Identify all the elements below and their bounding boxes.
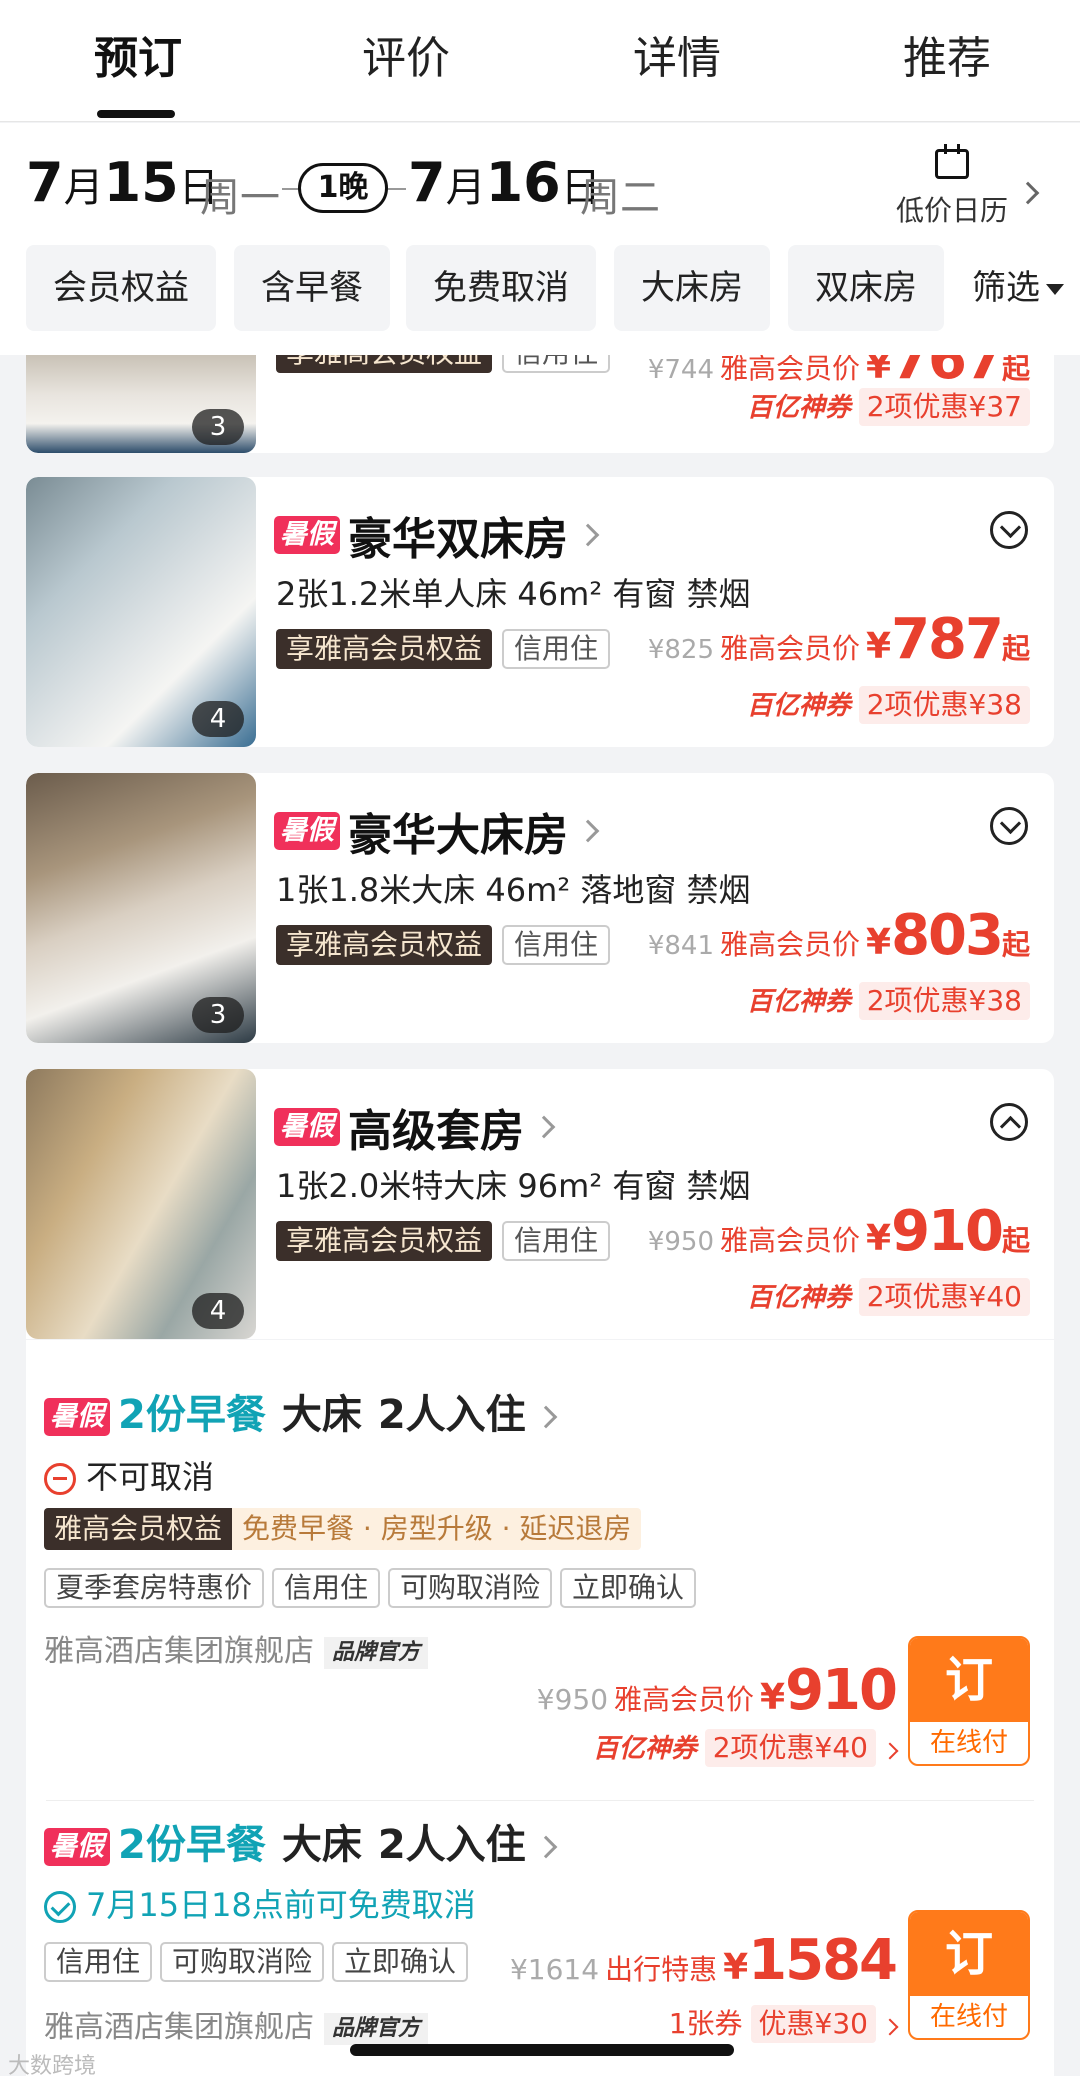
credit-stay-badge: 信用住: [502, 925, 611, 965]
room-photo[interactable]: 4: [26, 1069, 256, 1339]
checkout-weekday: 周二: [580, 175, 660, 221]
filter-chip-king-bed[interactable]: 大床房: [614, 245, 770, 331]
seller-row: 雅高酒店集团旗舰店 品牌官方: [44, 2002, 429, 2046]
member-benefit-badge: 享雅高会员权益: [276, 1221, 493, 1261]
rate-plan-list: 暑假 2份早餐 大床 2人入住 不可取消 雅高会员权益 免费早餐 · 房型升级 · 延迟…: [26, 1340, 1054, 2076]
chevron-right-icon: [532, 1115, 556, 1139]
room-photo[interactable]: 3: [26, 355, 256, 453]
plan-price: ¥1614 出行特惠 ¥1584: [509, 1928, 898, 1993]
tab-recommend[interactable]: 推荐: [903, 22, 991, 86]
checkout-date[interactable]: 7月16日: [408, 151, 601, 214]
plan-divider: [46, 1800, 1034, 1801]
cancel-policy: 不可取消: [44, 1452, 214, 1498]
book-button[interactable]: 订 在线付: [908, 1910, 1030, 2040]
active-tab-indicator: [97, 110, 175, 118]
tab-reviews[interactable]: 评价: [362, 22, 450, 86]
filter-button[interactable]: 筛选: [950, 243, 1080, 333]
member-benefit-strip: 雅高会员权益 免费早餐 · 房型升级 · 延迟退房: [44, 1508, 642, 1550]
chevron-right-icon: [1016, 181, 1040, 205]
plan-tags: 信用住 可购取消险 立即确认: [44, 1942, 476, 1982]
filter-chip-twin-bed[interactable]: 双床房: [788, 245, 944, 331]
room-title[interactable]: 暑假 高级套房: [274, 1095, 556, 1159]
filter-chip-free-cancel[interactable]: 免费取消: [406, 245, 596, 331]
watermark: 大数跨境: [8, 2054, 97, 2076]
plan-price: ¥950 雅高会员价 ¥910: [536, 1658, 898, 1723]
photo-count: 3: [192, 409, 244, 445]
date-selector[interactable]: 7月15日 周一 1晚 7月16日 周二 低价日历: [0, 123, 1080, 243]
room-card-partial[interactable]: 3 享雅高会员权益 信用住 ¥744雅高会员价¥767起 百亿神券2项优惠¥37: [26, 355, 1054, 453]
room-card[interactable]: 3 暑假 豪华大床房 1张1.8米大床 46m² 落地窗 禁烟 享雅高会员权益 信…: [26, 773, 1054, 1043]
expand-toggle-icon[interactable]: [990, 511, 1028, 549]
coupon-row[interactable]: 百亿神券 2项优惠¥38: [747, 981, 1030, 1020]
filter-label: 筛选: [972, 268, 1040, 308]
room-photo[interactable]: 4: [26, 477, 256, 747]
room-title[interactable]: 暑假 豪华双床房: [274, 503, 600, 567]
room-card-expanded[interactable]: 4 暑假 高级套房 1张2.0米特大床 96m² 有窗 禁烟 享雅高会员权益 信用…: [26, 1069, 1054, 1339]
plan-title[interactable]: 暑假 2份早餐 大床 2人入住: [44, 1812, 558, 1870]
member-benefit-badge: 享雅高会员权益: [276, 629, 493, 669]
coupon-row[interactable]: 百亿神券 2项优惠¥40: [747, 1277, 1030, 1316]
price-row: ¥825 雅高会员价 ¥787起: [647, 607, 1030, 672]
room-title[interactable]: 暑假 豪华大床房: [274, 799, 600, 863]
chevron-right-icon: [881, 1742, 899, 1760]
credit-stay-badge: 信用住: [502, 629, 611, 669]
low-price-calendar-link[interactable]: 低价日历: [896, 189, 1008, 229]
no-cancel-icon: [44, 1463, 76, 1495]
room-photo[interactable]: 3: [26, 773, 256, 1043]
tab-bar: 预订 评价 详情 推荐: [0, 0, 1080, 122]
summer-tag: 暑假: [44, 1828, 110, 1866]
plan-title[interactable]: 暑假 2份早餐 大床 2人入住: [44, 1382, 558, 1440]
tab-booking[interactable]: 预订: [94, 22, 182, 86]
room-card[interactable]: 4 暑假 豪华双床房 2张1.2米单人床 46m² 有窗 禁烟 享雅高会员权益 信…: [26, 477, 1054, 747]
credit-stay-badge: 信用住: [502, 355, 611, 373]
expand-toggle-icon[interactable]: [990, 807, 1028, 845]
triangle-down-icon: [1046, 284, 1064, 295]
filter-chip-member[interactable]: 会员权益: [26, 245, 216, 331]
cancel-policy: 7月15日18点前可免费取消: [44, 1880, 476, 1926]
plan-coupon[interactable]: 1张券 优惠¥30: [669, 2002, 899, 2043]
plan-coupon[interactable]: 百亿神券 2项优惠¥40: [593, 1728, 899, 1767]
chevron-right-icon: [576, 523, 600, 547]
checkin-weekday: 周一: [200, 175, 280, 221]
plan-tags: 夏季套房特惠价 信用住 可购取消险 立即确认: [44, 1568, 704, 1608]
photo-count: 4: [192, 701, 244, 737]
chevron-right-icon: [576, 819, 600, 843]
coupon-row[interactable]: 百亿神券 2项优惠¥38: [747, 685, 1030, 724]
summer-tag: 暑假: [274, 516, 340, 554]
photo-count: 3: [192, 997, 244, 1033]
price-row: ¥841 雅高会员价 ¥803起: [647, 903, 1030, 968]
calendar-icon[interactable]: [935, 144, 969, 179]
seller-row: 雅高酒店集团旗舰店 品牌官方: [44, 1626, 429, 1670]
nights-badge: 1晚: [298, 163, 388, 213]
check-circle-icon: [44, 1891, 76, 1923]
summer-tag: 暑假: [44, 1398, 110, 1436]
summer-tag: 暑假: [274, 812, 340, 850]
filter-chip-breakfast[interactable]: 含早餐: [234, 245, 390, 331]
price-row: ¥950 雅高会员价 ¥910起: [647, 1199, 1030, 1264]
chevron-right-icon: [534, 1405, 558, 1429]
chevron-right-icon: [534, 1835, 558, 1859]
home-indicator: [350, 2044, 734, 2056]
tab-details[interactable]: 详情: [633, 22, 721, 86]
member-benefit-badge: 享雅高会员权益: [276, 925, 493, 965]
summer-tag: 暑假: [274, 1108, 340, 1146]
book-button[interactable]: 订 在线付: [908, 1636, 1030, 1766]
credit-stay-badge: 信用住: [502, 1221, 611, 1261]
photo-count: 4: [192, 1293, 244, 1329]
checkin-date[interactable]: 7月15日: [26, 151, 219, 214]
chevron-right-icon: [881, 2018, 899, 2036]
coupon-row[interactable]: 百亿神券 2项优惠¥37: [747, 387, 1030, 426]
member-benefit-badge: 享雅高会员权益: [276, 355, 493, 373]
collapse-toggle-icon[interactable]: [990, 1103, 1028, 1141]
filter-bar: 会员权益 含早餐 免费取消 大床房 双床房 筛选: [0, 243, 1080, 355]
